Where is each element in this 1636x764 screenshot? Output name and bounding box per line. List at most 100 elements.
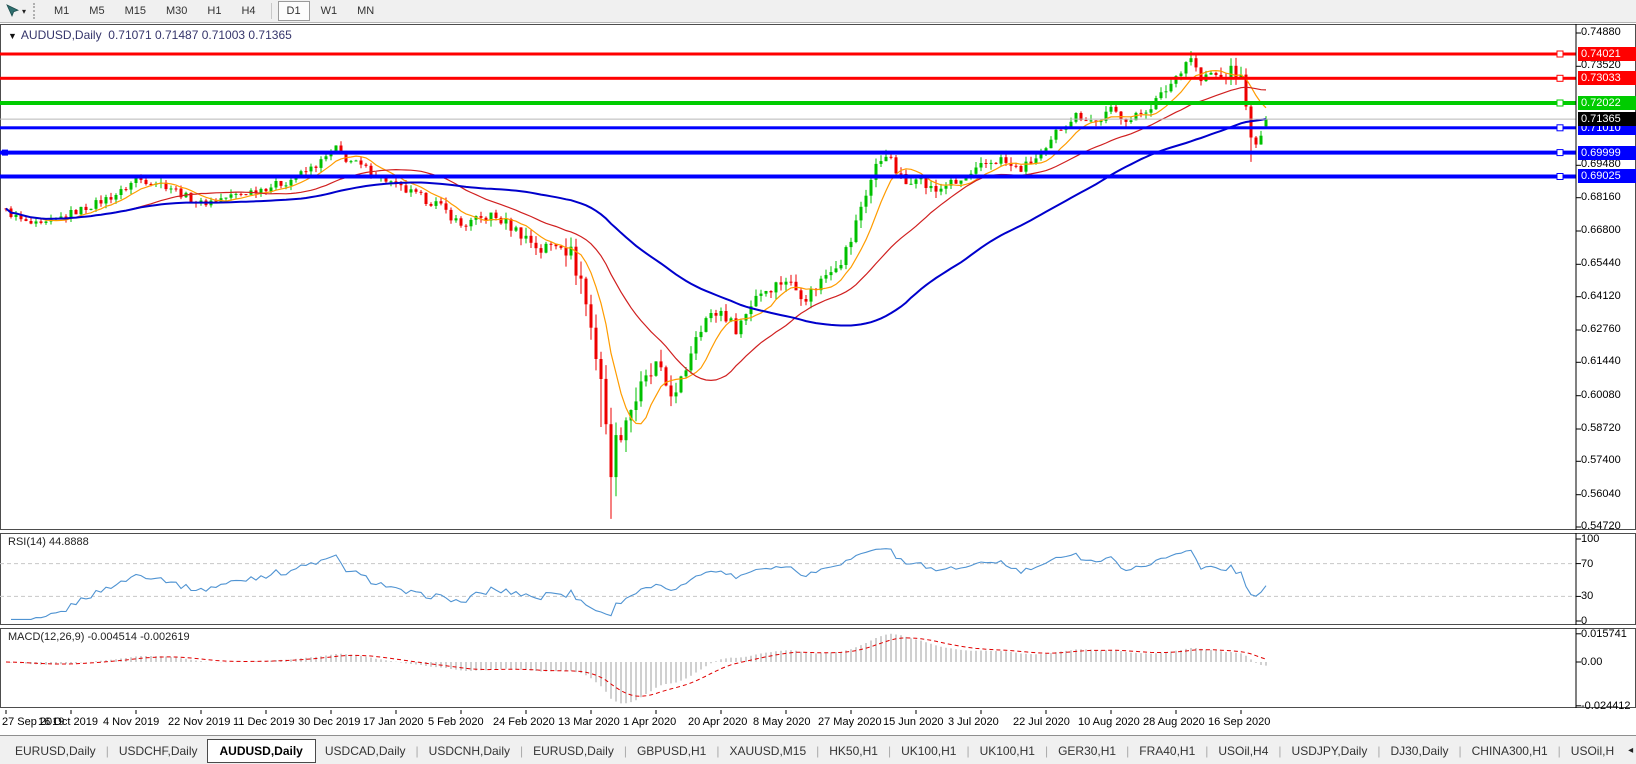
date-tick-label: 8 May 2020 [753, 716, 811, 728]
date-tick-label: 3 Jul 2020 [948, 716, 999, 728]
toolbar-grip[interactable] [33, 3, 38, 19]
symbol-tab-usdjpy-daily[interactable]: USDJPY,Daily [1283, 741, 1377, 761]
macd-panel[interactable]: MACD(12,26,9) -0.004514 -0.002619 0.0157… [0, 628, 1636, 712]
main-chart-panel[interactable]: ▼ AUDUSD,Daily 0.71071 0.71487 0.71003 0.… [0, 24, 1636, 533]
symbol-tab-audusd-daily[interactable]: AUDUSD,Daily [206, 738, 316, 763]
line-handle[interactable] [1556, 99, 1564, 107]
level-price-label: 0.72022 [1578, 96, 1636, 110]
line-handle[interactable] [1556, 74, 1564, 82]
price-tick-label: 0.57400 [1581, 454, 1621, 466]
line-handle[interactable] [1556, 149, 1564, 157]
rsi-tick-label: 0 [1581, 615, 1588, 627]
symbol-tab-usdchf-daily[interactable]: USDCHF,Daily [110, 741, 207, 761]
symbol-tab-xauusd-m15[interactable]: XAUUSD,M15 [720, 741, 815, 761]
symbol-tab-eurusd-daily[interactable]: EURUSD,Daily [524, 741, 623, 761]
horizontal-level-line[interactable] [0, 174, 1576, 179]
symbol-tab-usoil-h[interactable]: USOil,H [1562, 741, 1623, 761]
chart-symbol: AUDUSD,Daily [20, 28, 102, 42]
price-tick-label: 0.62760 [1581, 323, 1621, 335]
line-handle[interactable] [1556, 124, 1564, 132]
symbol-tab-fra40-h1[interactable]: FRA40,H1 [1130, 741, 1204, 761]
chart-marker-icon: ▼ [8, 31, 17, 41]
date-tick-label: 24 Feb 2020 [493, 716, 555, 728]
horizontal-level-line[interactable] [0, 126, 1576, 130]
level-price-label: 0.69025 [1578, 169, 1636, 183]
macd-tick-label: 0.015741 [1581, 628, 1627, 640]
timeframe-button-h1[interactable]: H1 [198, 1, 230, 21]
symbol-tab-china300-h1[interactable]: CHINA300,H1 [1463, 741, 1557, 761]
symbol-tab-eurusd-daily[interactable]: EURUSD,Daily [6, 741, 105, 761]
timeframe-button-m30[interactable]: M30 [157, 1, 196, 21]
timeframe-toolbar: ▾ M1 M5 M15 M30 H1 H4 D1 W1 MN [0, 0, 1636, 23]
symbol-tab-gbpusd-h1[interactable]: GBPUSD,H1 [628, 741, 715, 761]
tab-scroll-left-icon[interactable]: ◂ [1623, 743, 1636, 758]
timeframe-button-m1[interactable]: M1 [45, 1, 78, 21]
price-tick-label: 0.64120 [1581, 290, 1621, 302]
cursor-tool-icon[interactable] [3, 2, 21, 20]
horizontal-level-line[interactable] [0, 101, 1576, 105]
horizontal-level-line[interactable] [0, 52, 1576, 56]
date-tick-label: 17 Jan 2020 [363, 716, 424, 728]
rsi-tick-label: 100 [1581, 533, 1600, 545]
toolbar-separator [270, 3, 272, 19]
date-tick-label: 22 Jul 2020 [1013, 716, 1070, 728]
cursor-arrow-icon [6, 4, 19, 18]
price-tick-label: 0.60080 [1581, 389, 1621, 401]
tab-scroll-controls: ◂ ▸ [1623, 743, 1636, 758]
date-tick-label: 15 Jun 2020 [883, 716, 944, 728]
price-tick-label: 0.66800 [1581, 224, 1621, 236]
rsi-tick-label: 70 [1581, 558, 1594, 570]
cursor-dropdown-icon[interactable]: ▾ [22, 7, 26, 16]
timeframe-button-w1[interactable]: W1 [312, 1, 347, 21]
symbol-tab-hk50-h1[interactable]: HK50,H1 [820, 741, 887, 761]
timeframe-buttons: M1 M5 M15 M30 H1 H4 D1 W1 MN [44, 1, 384, 21]
timeframe-button-h4[interactable]: H4 [232, 1, 264, 21]
date-axis[interactable]: 27 Sep 2019 16 Oct 2019 4 Nov 2019 22 Nov 2… [0, 710, 1636, 734]
timeframe-button-d1[interactable]: D1 [277, 1, 310, 21]
symbol-tab-usdcnh-daily[interactable]: USDCNH,Daily [420, 741, 519, 761]
date-tick-label: 5 Feb 2020 [428, 716, 484, 728]
date-tick-label: 13 Mar 2020 [558, 716, 620, 728]
date-tick-label: 28 Aug 2020 [1143, 716, 1205, 728]
date-tick-label: 1 Apr 2020 [623, 716, 677, 728]
main-chart-canvas[interactable] [0, 24, 1636, 533]
symbol-tab-ger30-h1[interactable]: GER30,H1 [1049, 741, 1125, 761]
horizontal-level-line[interactable] [0, 76, 1576, 80]
chart-ohlc-values: 0.71071 0.71487 0.71003 0.71365 [108, 28, 292, 42]
date-tick-label: 16 Oct 2019 [38, 716, 98, 728]
macd-canvas[interactable] [0, 628, 1636, 711]
current-price-label: 0.71365 [1578, 112, 1636, 126]
price-tick-label: 0.68160 [1581, 191, 1621, 203]
price-tick-label: 0.58720 [1581, 422, 1621, 434]
symbol-tab-dj30-daily[interactable]: DJ30,Daily [1381, 741, 1457, 761]
price-tick-label: 0.74880 [1581, 26, 1621, 38]
price-tick-label: 0.56040 [1581, 488, 1621, 500]
trading-terminal: ▾ M1 M5 M15 M30 H1 H4 D1 W1 MN ▼ AUDUSD,Daily 0.7… [0, 0, 1636, 764]
price-tick-label: 0.65440 [1581, 257, 1621, 269]
rsi-tick-label: 30 [1581, 590, 1594, 602]
horizontal-level-line[interactable] [0, 150, 1576, 155]
level-price-label: 0.69999 [1578, 146, 1636, 160]
line-handle[interactable] [2, 149, 8, 156]
timeframe-button-mn[interactable]: MN [348, 1, 383, 21]
line-handle[interactable] [1556, 50, 1564, 58]
date-tick-label: 11 Dec 2019 [233, 716, 295, 728]
macd-tick-label: 0.00 [1581, 656, 1603, 668]
level-price-label: 0.73033 [1578, 71, 1636, 85]
line-handle[interactable] [1556, 173, 1564, 180]
symbol-tab-uk100-h1[interactable]: UK100,H1 [971, 741, 1044, 761]
symbol-tab-uk100-h1[interactable]: UK100,H1 [892, 741, 965, 761]
date-tick-label: 30 Dec 2019 [298, 716, 361, 728]
macd-label: MACD(12,26,9) -0.004514 -0.002619 [8, 631, 190, 643]
rsi-panel[interactable]: RSI(14) 44.8888 100 70 30 0 [0, 533, 1636, 628]
symbol-tab-bar: EURUSD,Daily | USDCHF,Daily AUDUSD,Daily USD… [0, 735, 1636, 764]
chart-title: ▼ AUDUSD,Daily 0.71071 0.71487 0.71003 0.… [8, 28, 292, 42]
timeframe-button-m15[interactable]: M15 [116, 1, 155, 21]
symbol-tab-usdcad-daily[interactable]: USDCAD,Daily [316, 741, 415, 761]
timeframe-button-m5[interactable]: M5 [80, 1, 113, 21]
date-tick-label: 16 Sep 2020 [1208, 716, 1271, 728]
rsi-label: RSI(14) 44.8888 [8, 536, 89, 548]
rsi-canvas[interactable] [0, 533, 1636, 628]
date-tick-label: 22 Nov 2019 [168, 716, 231, 728]
symbol-tab-usoil-h4[interactable]: USOil,H4 [1209, 741, 1277, 761]
